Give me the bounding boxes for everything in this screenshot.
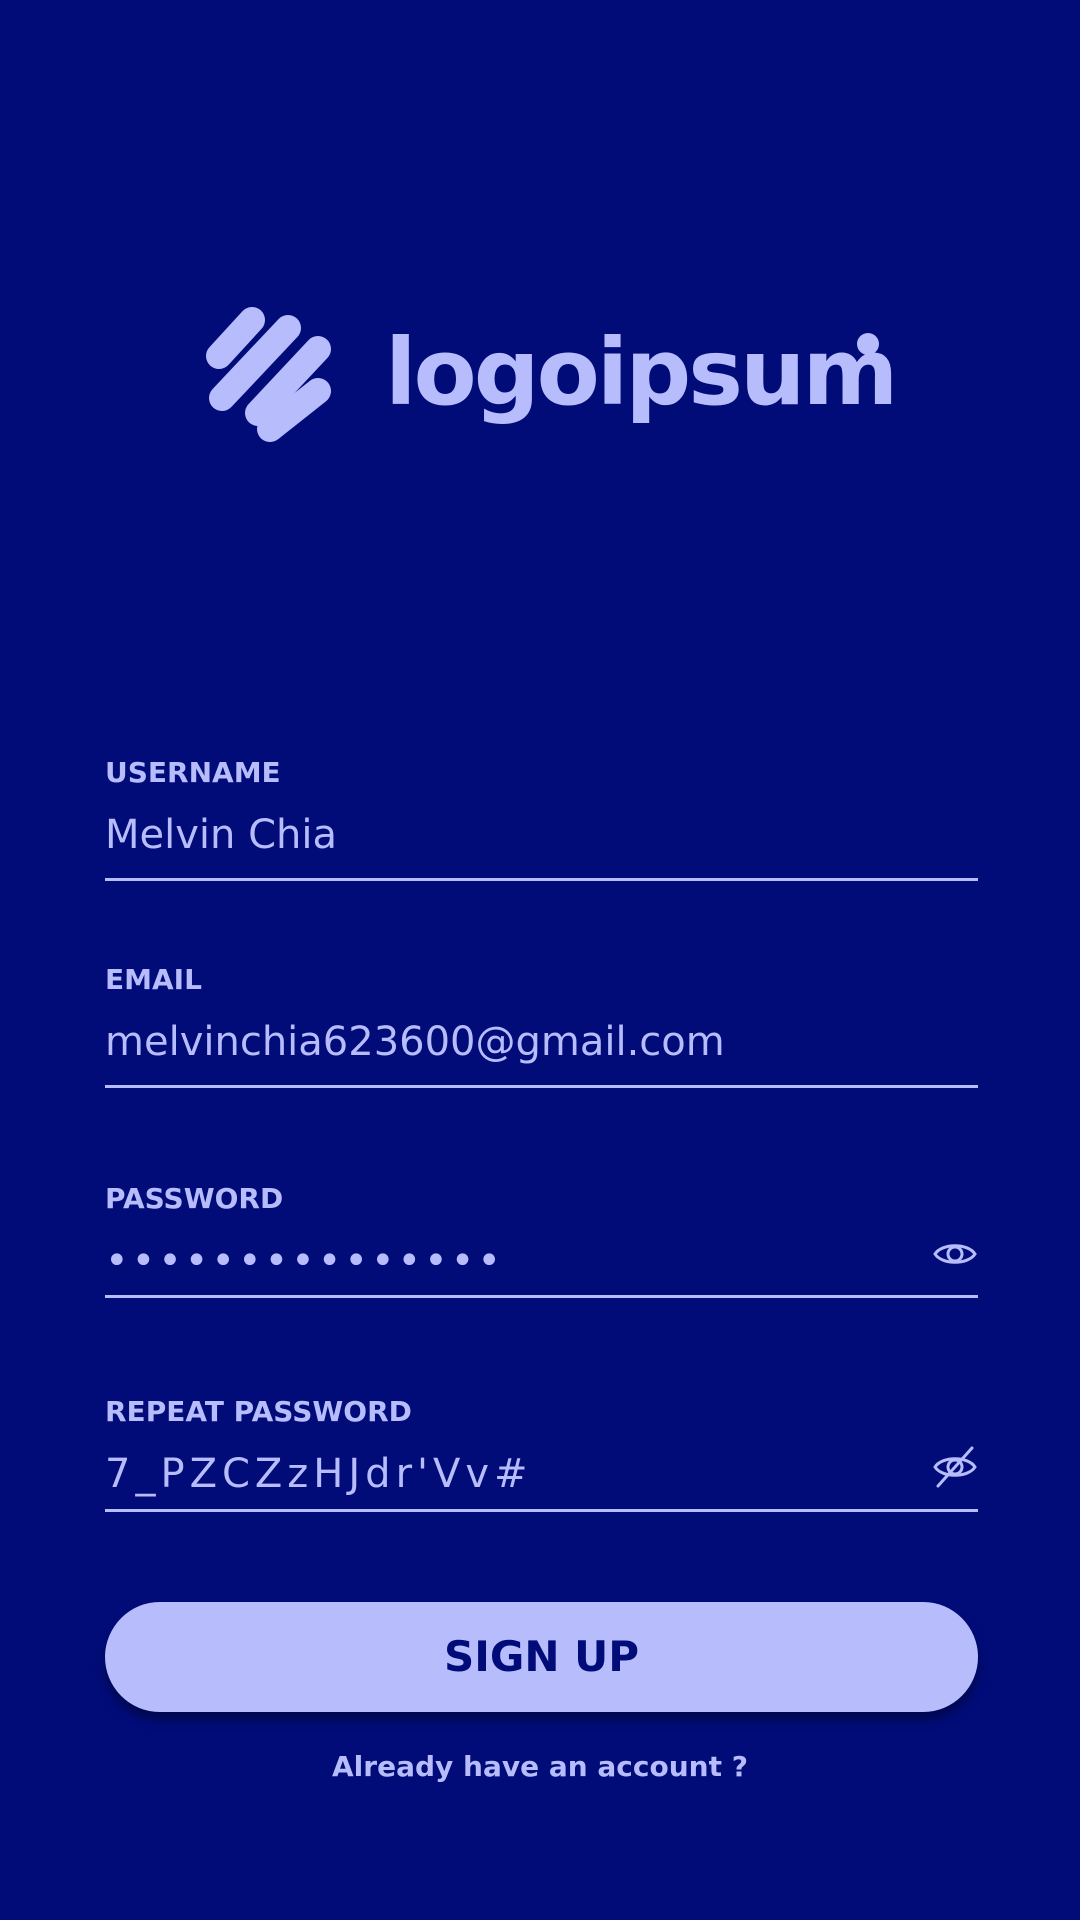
email-input[interactable]: melvinchia623600@gmail.com [105, 1019, 725, 1065]
email-field[interactable]: EMAIL melvinchia623600@gmail.com [105, 957, 978, 1089]
login-link[interactable]: Already have an account ? [0, 1750, 1080, 1783]
eye-off-icon[interactable] [932, 1444, 978, 1490]
password-underline [105, 1295, 978, 1298]
repeat-password-input[interactable]: 7_PZCZzHJdr'Vv# [105, 1451, 533, 1497]
repeat-password-label: REPEAT PASSWORD [105, 1395, 412, 1428]
email-label: EMAIL [105, 963, 202, 996]
sign-up-button[interactable]: SIGN UP [105, 1602, 978, 1712]
username-input[interactable]: Melvin Chia [105, 812, 337, 858]
email-underline [105, 1085, 978, 1088]
app-logo: logoipsum [200, 305, 898, 445]
logo-registered-dot [857, 333, 879, 355]
password-label: PASSWORD [105, 1182, 284, 1215]
password-field[interactable]: PASSWORD ••••••••••••••• [105, 1176, 978, 1300]
username-underline [105, 878, 978, 881]
logo-mark-icon [206, 307, 331, 442]
username-label: USERNAME [105, 756, 281, 789]
repeat-password-field[interactable]: REPEAT PASSWORD 7_PZCZzHJdr'Vv# [105, 1389, 978, 1513]
logo-wordmark: logoipsum [385, 319, 898, 426]
eye-icon[interactable] [932, 1231, 978, 1277]
password-input[interactable]: ••••••••••••••• [105, 1238, 504, 1284]
username-field[interactable]: USERNAME Melvin Chia [105, 750, 978, 882]
repeat-password-underline [105, 1509, 978, 1512]
